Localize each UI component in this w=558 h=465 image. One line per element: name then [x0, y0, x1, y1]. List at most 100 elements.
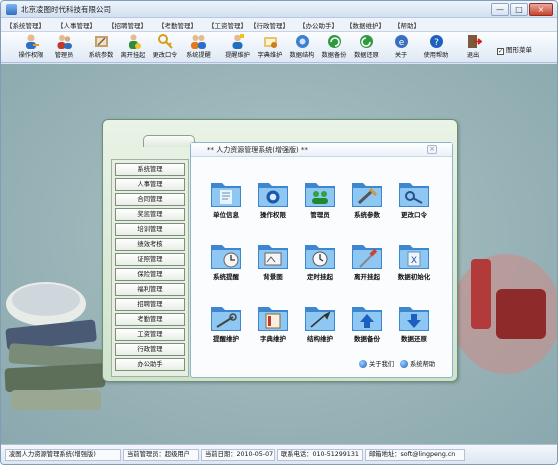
window-title: 北京凌图时代科技有限公司 — [21, 5, 111, 14]
menu-attendance[interactable]: 【考勤管理】 — [158, 20, 197, 30]
menu-personnel[interactable]: 【人事管理】 — [57, 20, 96, 30]
menu-payroll[interactable]: 【工资管理】 — [208, 20, 247, 30]
toolbar-backup-button[interactable]: 数据备份 — [318, 33, 350, 62]
status-current-date: 当前日期：2010-05-07 — [201, 449, 275, 461]
module-change-password[interactable]: 更改口令 — [389, 177, 439, 231]
module-timed-suspend[interactable]: 定时挂起 — [295, 239, 345, 293]
key-password-icon — [157, 34, 173, 49]
system-params-icon — [352, 183, 382, 207]
toolbar-away-button[interactable]: 离开挂起 — [117, 33, 149, 62]
toolbar-label: 字典维护 — [257, 52, 283, 59]
system-help-link[interactable]: 系统帮助 — [400, 359, 435, 368]
maximize-button[interactable]: □ — [510, 3, 528, 16]
status-bar: 凌图人力资源管理系统(增强版) 当前管理员：超级用户 当前日期：2010-05-… — [1, 444, 557, 464]
nav-contract[interactable]: 合同管理 — [115, 193, 185, 206]
module-area-close-button[interactable]: × — [427, 145, 437, 154]
about-us-link[interactable]: 关于我们 — [359, 359, 394, 368]
nav-attendance[interactable]: 考勤管理 — [115, 313, 185, 326]
menu-admin[interactable]: 【行政管理】 — [250, 20, 289, 30]
reminder-maintenance-icon — [211, 307, 241, 331]
data-init-icon: X — [399, 245, 429, 269]
module-company-info[interactable]: 单位信息 — [201, 177, 251, 231]
module-system-params[interactable]: 系统参数 — [342, 177, 392, 231]
nav-training[interactable]: 培训管理 — [115, 223, 185, 236]
toolbar-permission-button[interactable]: 操作权限 — [13, 33, 49, 62]
toolbar-help-button[interactable]: ? 使用帮助 — [419, 33, 453, 62]
nav-personnel[interactable]: 人事管理 — [115, 178, 185, 191]
module-permission[interactable]: 操作权限 — [248, 177, 298, 231]
stamp-decoration — [456, 254, 557, 374]
nav-welfare[interactable]: 福利管理 — [115, 283, 185, 296]
toolbar-exit-button[interactable]: 退出 — [462, 33, 484, 62]
status-email: 邮箱地址：soft@lingpeng.cn — [365, 449, 465, 461]
toolbar-params-button[interactable]: 系统参数 — [85, 33, 117, 62]
data-restore-icon — [399, 307, 429, 331]
toolbar-reminder-button[interactable]: 系统提醒 — [182, 33, 215, 62]
toolbar-admin-button[interactable]: 管理员 — [51, 33, 77, 62]
close-button[interactable]: × — [529, 3, 553, 16]
toolbar-label: 系统参数 — [88, 52, 114, 59]
toolbar-restore-button[interactable]: 数据还原 — [350, 33, 383, 62]
minimize-button[interactable]: — — [491, 3, 509, 16]
module-data-init[interactable]: X 数据初始化 — [389, 239, 439, 293]
background-image-icon — [258, 245, 288, 269]
user-key-icon — [25, 34, 39, 49]
help-globe-icon — [400, 360, 408, 368]
toolbar-dictionary-button[interactable]: 字典维护 — [254, 33, 286, 62]
menu-data[interactable]: 【数据维护】 — [346, 20, 385, 30]
change-password-icon — [399, 183, 429, 207]
menu-office[interactable]: 【办公助手】 — [299, 20, 338, 30]
toolbar-label: 退出 — [466, 52, 480, 59]
toolbar-label: 数据结构 — [289, 52, 315, 59]
timed-suspend-icon — [305, 245, 335, 269]
toolbar-label: 提醒维护 — [225, 52, 250, 59]
module-data-backup[interactable]: 数据备份 — [342, 301, 392, 355]
graphic-menu-checkbox[interactable]: ✓ 图形菜单 — [497, 44, 532, 55]
dictionary-icon — [263, 37, 277, 48]
module-area: ** 人力资源管理系统(增强版) ** × 单位信息 操作权限 管理员 系统参数 — [190, 142, 453, 378]
admin-icon — [305, 183, 335, 207]
module-background-image[interactable]: 背景图 — [248, 239, 298, 293]
nav-office[interactable]: 办公助手 — [115, 358, 185, 371]
menu-system[interactable]: 【系统管理】 — [6, 20, 45, 30]
toolbar-label: 离开挂起 — [120, 52, 146, 59]
module-system-reminder[interactable]: 系统提醒 — [201, 239, 251, 293]
backup-icon — [327, 35, 341, 48]
toolbar-label: 数据备份 — [321, 52, 347, 59]
nav-recruitment[interactable]: 招聘管理 — [115, 298, 185, 311]
nav-performance[interactable]: 绩效考核 — [115, 238, 185, 251]
nav-insurance[interactable]: 保险管理 — [115, 268, 185, 281]
module-leave-suspend[interactable]: 离开挂起 — [342, 239, 392, 293]
nav-admin[interactable]: 行政管理 — [115, 343, 185, 356]
toolbar-label: 操作权限 — [18, 52, 44, 59]
nav-system[interactable]: 系统管理 — [115, 163, 185, 176]
module-label: 背景图 — [263, 273, 283, 281]
module-admin[interactable]: 管理员 — [295, 177, 345, 231]
menu-bar: 【系统管理】 【人事管理】 【招聘管理】 【考勤管理】 【工资管理】 【行政管理… — [1, 18, 557, 32]
menu-recruitment[interactable]: 【招聘管理】 — [108, 20, 147, 30]
toolbar: 操作权限 管理员 系统参数 离开挂起 更改口令 系统提醒 提醒维护 字典维护 数… — [1, 32, 557, 63]
restore-icon — [360, 35, 373, 48]
toolbar-password-button[interactable]: 更改口令 — [149, 33, 181, 62]
about-icon: e — [394, 35, 408, 48]
toolbar-reminder-maintain-button[interactable]: 提醒维护 — [221, 33, 254, 62]
toolbar-structure-button[interactable]: 数据结构 — [286, 33, 318, 62]
module-dictionary-maintenance[interactable]: 字典维护 — [248, 301, 298, 355]
module-data-restore[interactable]: 数据还原 — [389, 301, 439, 355]
module-label: 单位信息 — [213, 211, 239, 219]
nav-certificate[interactable]: 证照管理 — [115, 253, 185, 266]
permission-icon — [258, 183, 288, 207]
module-label: 离开挂起 — [354, 273, 380, 281]
module-label: 系统参数 — [354, 211, 380, 219]
nav-payroll[interactable]: 工资管理 — [115, 328, 185, 341]
system-reminder-icon — [211, 245, 241, 269]
admin-users-icon — [57, 35, 72, 49]
module-reminder-maintenance[interactable]: 提醒维护 — [201, 301, 251, 355]
company-info-icon — [211, 183, 241, 207]
menu-help[interactable]: 【帮助】 — [394, 20, 420, 30]
module-structure-maintenance[interactable]: 结构维护 — [295, 301, 345, 355]
toolbar-label: 系统提醒 — [186, 52, 211, 59]
module-label: 数据还原 — [401, 335, 427, 343]
nav-rewards[interactable]: 奖惩管理 — [115, 208, 185, 221]
toolbar-about-button[interactable]: e 关于 — [390, 33, 412, 62]
